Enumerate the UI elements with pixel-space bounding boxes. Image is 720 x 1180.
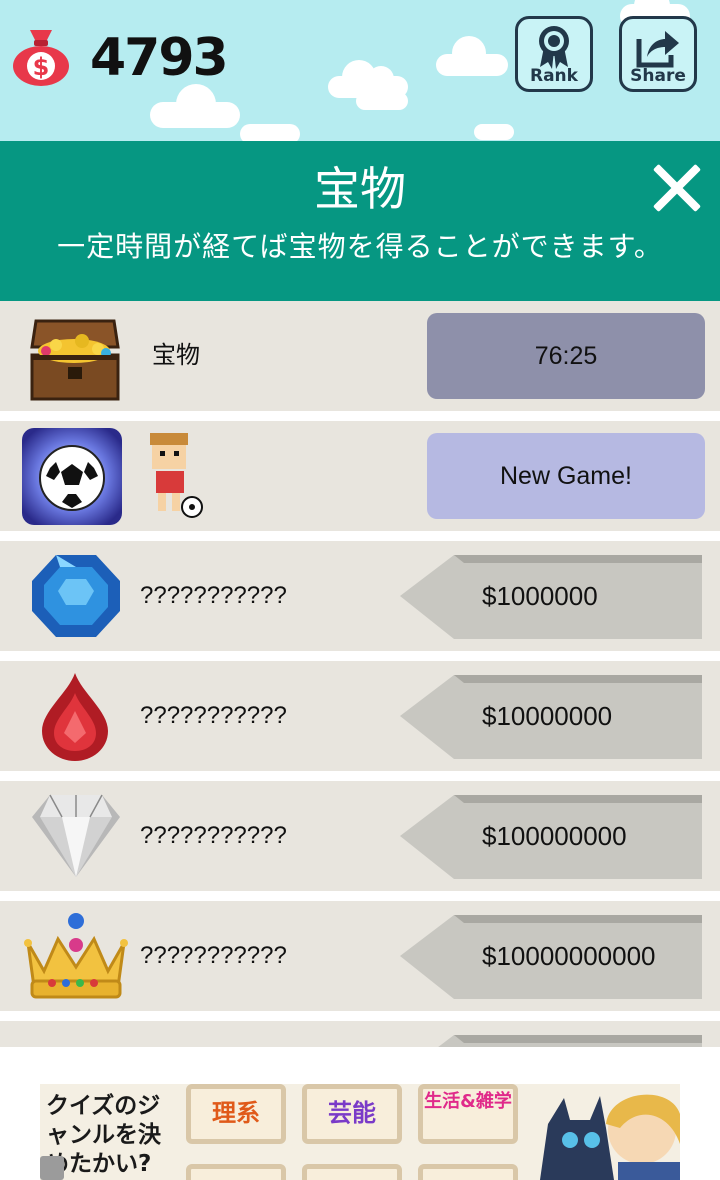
blue-gem-icon: [32, 555, 120, 637]
buy-price-button[interactable]: [398, 1033, 702, 1047]
cloud-decoration: [150, 84, 240, 128]
close-button[interactable]: [650, 161, 704, 215]
list-item: ??????????? $1000000: [0, 541, 720, 651]
soccer-player-icon: [150, 433, 203, 518]
list-item: 宝物 76:25: [0, 301, 720, 411]
list-item: ??????????? $10000000000: [0, 901, 720, 1011]
ad-tile: 理系: [186, 1084, 286, 1144]
red-gem-icon: [42, 673, 108, 761]
crown-icon: [24, 913, 128, 999]
ad-tile: [418, 1164, 518, 1180]
price-tag-shape: [438, 1035, 702, 1047]
svg-text:$: $: [33, 53, 50, 81]
share-button[interactable]: Share: [619, 16, 697, 92]
coin-count: 4793: [90, 28, 229, 88]
rank-label: Rank: [530, 66, 578, 86]
cloud-decoration: [356, 92, 408, 110]
row-label: ???????????: [140, 942, 287, 969]
ad-characters-image: [540, 1094, 680, 1180]
money-bag-icon: $: [13, 30, 69, 86]
list-item: ??????????? $10000000: [0, 661, 720, 771]
row-label: ???????????: [140, 582, 287, 609]
top-bar: $ 4793 Rank Share: [0, 0, 720, 141]
cloud-decoration: [436, 36, 508, 76]
speaker-icon: [40, 1156, 64, 1180]
row-label: ???????????: [140, 822, 287, 849]
treasure-timer-button[interactable]: 76:25: [427, 313, 705, 399]
list-item: New Game!: [0, 421, 720, 531]
treasure-list[interactable]: 宝物 76:25 New Game! ??????????? $1000000 …: [0, 301, 720, 1047]
price-value: $100000000: [482, 821, 627, 851]
diamond-icon: [32, 794, 120, 877]
treasure-chest-icon: [30, 319, 120, 401]
cloud-decoration: [240, 124, 300, 141]
buy-price-button[interactable]: $10000000: [398, 673, 702, 759]
price-value: $10000000: [482, 701, 613, 731]
list-item: [0, 1021, 720, 1047]
share-label: Share: [630, 66, 686, 86]
share-arrow-icon: [636, 31, 679, 68]
ad-tile: [302, 1164, 402, 1180]
buy-price-button[interactable]: $10000000000: [398, 913, 702, 999]
list-item: ??????????? $100000000: [0, 781, 720, 891]
buy-price-button[interactable]: $100000000: [398, 793, 702, 879]
panel-subtitle: 一定時間が経てば宝物を得ることができます。: [57, 230, 663, 263]
rank-ribbon-icon: [539, 26, 569, 69]
ad-tile: 生活&雑学: [418, 1084, 518, 1144]
row-label: 宝物: [152, 342, 200, 369]
buy-price-button[interactable]: $1000000: [398, 553, 702, 639]
banner-ad[interactable]: クイズのジャンルを決めたかい? 理系 芸能 生活&雑学: [40, 1084, 680, 1180]
treasure-panel-header: 宝物 一定時間が経てば宝物を得ることができます。: [0, 141, 720, 301]
price-value: $10000000000: [482, 941, 656, 971]
row-label: ???????????: [140, 702, 287, 729]
panel-title: 宝物: [314, 162, 406, 216]
ad-tile: [186, 1164, 286, 1180]
new-game-button[interactable]: New Game!: [427, 433, 705, 519]
ad-copy: クイズのジャンルを決めたかい?: [46, 1093, 161, 1177]
ad-tile: 芸能: [302, 1084, 402, 1144]
rank-button[interactable]: Rank: [515, 16, 593, 92]
cloud-decoration: [474, 124, 514, 140]
soccer-game-icon: [22, 428, 122, 525]
price-value: $1000000: [482, 581, 598, 611]
